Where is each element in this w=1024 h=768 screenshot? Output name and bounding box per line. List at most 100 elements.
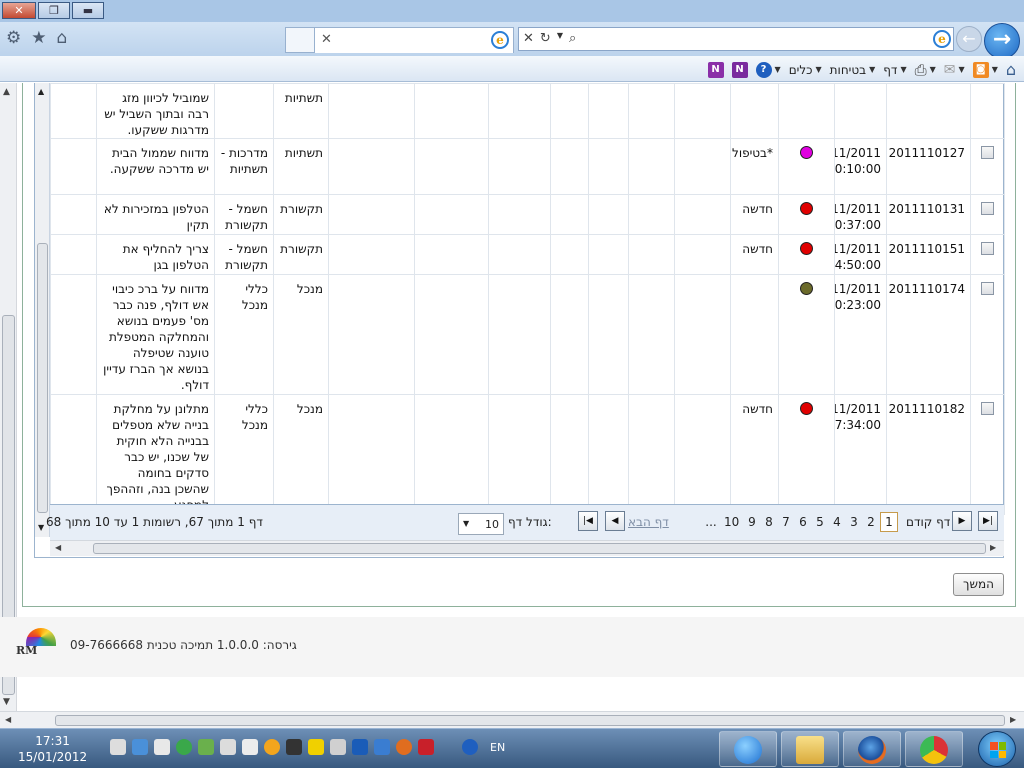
tray-display-icon[interactable] — [374, 739, 390, 755]
page-number-link[interactable]: 9 — [745, 515, 759, 529]
back-button[interactable]: ← — [956, 26, 982, 52]
taskbar-explorer-button[interactable] — [781, 731, 839, 767]
feeds-button[interactable]: ◙ ▼ — [972, 61, 998, 78]
tray-expand-icon[interactable] — [440, 739, 456, 755]
grid-vertical-scrollbar[interactable]: ▲ ▼ — [35, 83, 50, 537]
page-number-link[interactable]: 2 — [864, 515, 878, 529]
checkbox[interactable] — [981, 282, 994, 295]
tray-wireless-icon[interactable] — [286, 739, 302, 755]
company-logo: RM — [16, 628, 60, 662]
tray-sync-icon[interactable] — [176, 739, 192, 755]
system-clock[interactable]: 17:31 15/01/2012 — [18, 733, 87, 765]
taskbar-chrome-button[interactable] — [905, 731, 963, 767]
table-row[interactable]: 2011110127 21/11/2011 10:10:00 *בטיפול תשתיו… — [50, 138, 1005, 195]
help-menu[interactable]: ? ▼ — [755, 61, 781, 78]
next-page-label[interactable]: דף הבא — [628, 515, 669, 529]
page-menu[interactable]: דף ▼ — [883, 63, 906, 77]
onenote-send-icon[interactable]: N — [731, 61, 748, 78]
checkbox[interactable] — [981, 402, 994, 415]
tray-flag-icon[interactable] — [154, 739, 170, 755]
grid-horizontal-scrollbar[interactable]: ◀ ▶ — [50, 540, 1004, 556]
grid-scroll-right-icon[interactable]: ▶ — [990, 543, 996, 552]
dropdown-icon[interactable]: ▼ — [557, 31, 563, 46]
grid-scroll-left-icon[interactable]: ◀ — [55, 543, 61, 552]
tray-network-icon[interactable] — [132, 739, 148, 755]
tray-monitor-icon[interactable] — [220, 739, 236, 755]
grid-horizontal-scroll-thumb[interactable] — [93, 543, 986, 554]
scroll-down-arrow-icon[interactable]: ▼ — [3, 697, 10, 707]
tab-close-icon[interactable]: ✕ — [321, 32, 332, 47]
page-number-link[interactable]: 8 — [762, 515, 776, 529]
page-size-select[interactable]: 10 ▼ — [458, 513, 504, 535]
taskbar-ie-button[interactable] — [719, 731, 777, 767]
home-icon[interactable]: ⌂ — [57, 28, 68, 48]
safety-menu[interactable]: בטיחות ▼ — [830, 63, 876, 77]
page-number-link[interactable]: 6 — [796, 515, 810, 529]
table-row[interactable]: 2011110182 22/11/2011 07:34:00 חדשה מנכלכללי… — [50, 394, 1005, 515]
browser-tab[interactable]: ✕ e — [314, 27, 514, 53]
page-horizontal-scrollbar[interactable]: ◀ ▶ — [0, 711, 1024, 728]
prev-page-button[interactable]: ▶ — [952, 511, 972, 531]
table-row[interactable]: תשתיות שמוביל לכיוון מזג רבה ובתוך השביל … — [50, 83, 1005, 139]
tray-update-icon[interactable] — [264, 739, 280, 755]
grid-scroll-up-icon[interactable]: ▲ — [38, 87, 44, 96]
windows-logo-icon — [990, 742, 1006, 758]
tray-alert-icon[interactable] — [308, 739, 324, 755]
start-button[interactable] — [978, 731, 1016, 767]
cell-category: מנכל — [273, 394, 329, 515]
next-page-button[interactable]: ◀ — [605, 511, 625, 531]
window-minimize-button[interactable]: ▬ — [72, 2, 104, 19]
pager-ellipsis[interactable]: ... — [704, 515, 718, 529]
page-number-link[interactable]: 3 — [847, 515, 861, 529]
page-scroll-right-icon[interactable]: ▶ — [1010, 715, 1016, 724]
tools-menu[interactable]: כלים ▼ — [789, 63, 822, 77]
taskbar-firefox-button[interactable] — [843, 731, 901, 767]
tray-security-icon[interactable] — [198, 739, 214, 755]
tray-bluetooth-icon[interactable] — [352, 739, 368, 755]
checkbox[interactable] — [981, 146, 994, 159]
favorites-star-icon[interactable]: ★ — [31, 28, 46, 48]
home-page-button[interactable]: ⌂ — [1006, 60, 1016, 79]
page-number-link[interactable]: 4 — [830, 515, 844, 529]
onenote-icon[interactable]: N — [707, 61, 724, 78]
continue-button[interactable]: המשך — [953, 573, 1004, 596]
search-icon[interactable]: ⌕ — [569, 31, 576, 46]
new-tab-button[interactable] — [285, 27, 315, 53]
safety-menu-label: בטיחות — [829, 62, 867, 77]
print-button[interactable]: ⎙ ▼ — [915, 61, 936, 79]
window-close-button[interactable]: ✕ — [2, 2, 36, 19]
tray-antivirus-icon[interactable] — [396, 739, 412, 755]
stop-icon[interactable]: ✕ — [523, 31, 534, 46]
first-page-button[interactable]: ▶| — [978, 511, 998, 531]
tray-device-icon[interactable] — [242, 739, 258, 755]
settings-gear-icon[interactable]: ⚙ — [6, 28, 21, 48]
scroll-up-arrow-icon[interactable]: ▲ — [3, 87, 10, 97]
cell-status-indicator — [778, 234, 835, 275]
table-row[interactable]: 2011110151 21/11/2011 14:50:00 חדשה תקשורתחש… — [50, 234, 1005, 275]
language-indicator[interactable]: EN — [490, 741, 505, 754]
checkbox[interactable] — [981, 242, 994, 255]
tray-volume-icon[interactable] — [330, 739, 346, 755]
refresh-icon[interactable]: ↻ — [540, 31, 551, 46]
page-horizontal-scroll-thumb[interactable] — [55, 715, 1005, 726]
checkbox[interactable] — [981, 202, 994, 215]
page-number-link[interactable]: 5 — [813, 515, 827, 529]
window-restore-button[interactable]: ❐ — [38, 2, 70, 19]
address-bar[interactable]: ✕ ↻ ▼ ⌕ e — [518, 27, 954, 51]
tray-app-icon[interactable] — [110, 739, 126, 755]
last-page-button[interactable]: |◀ — [578, 511, 598, 531]
grid-vertical-scroll-thumb[interactable] — [37, 243, 48, 513]
forward-button[interactable]: → — [984, 23, 1020, 59]
table-row[interactable]: 2011110174 21/11/2011 20:23:00 מנכלכללי מנכ… — [50, 274, 1005, 395]
current-page: 1 — [880, 512, 898, 532]
prev-page-label[interactable]: דף קודם — [906, 515, 950, 529]
page-scroll-left-icon[interactable]: ◀ — [5, 715, 11, 724]
page-number-link[interactable]: 7 — [779, 515, 793, 529]
grid-scroll-down-icon[interactable]: ▼ — [38, 523, 44, 532]
read-mail-button[interactable]: ✉ ▼ — [944, 62, 965, 78]
cell-empty — [588, 83, 629, 139]
tray-acrobat-icon[interactable] — [418, 739, 434, 755]
table-row[interactable]: 2011110131 21/11/2011 10:37:00 חדשה תקשורתחש… — [50, 194, 1005, 235]
tray-help-icon[interactable] — [462, 739, 478, 755]
page-number-link[interactable]: 10 — [724, 515, 739, 529]
